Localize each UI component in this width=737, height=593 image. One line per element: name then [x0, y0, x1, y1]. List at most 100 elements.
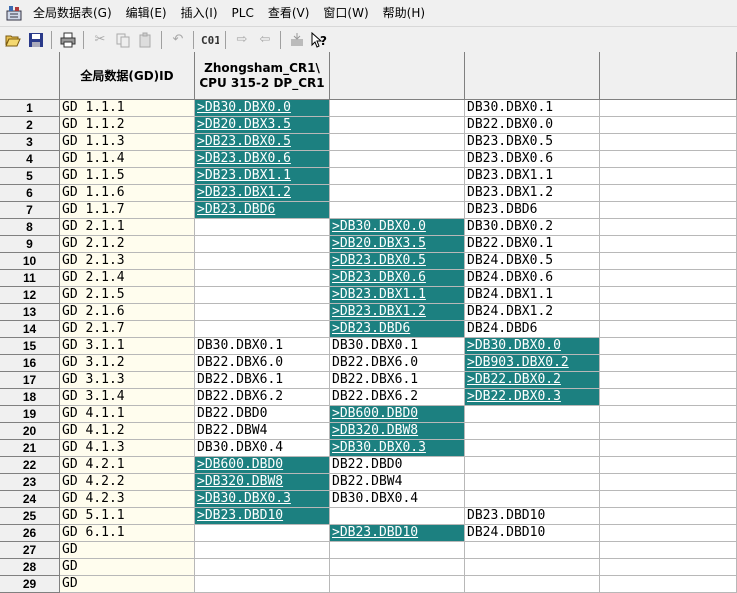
sender-address-cell[interactable]: >DB320.DBW8: [195, 474, 330, 491]
menu-file[interactable]: 全局数据表(G): [26, 0, 119, 26]
address-cell[interactable]: DB23.DBX0.5: [465, 134, 600, 151]
address-cell[interactable]: [600, 440, 737, 457]
address-cell[interactable]: [600, 372, 737, 389]
gd-id-cell[interactable]: GD 2.1.7: [60, 321, 195, 338]
sender-address-cell[interactable]: >DB23.DBD10: [330, 525, 465, 542]
row-header[interactable]: 8: [0, 219, 60, 236]
address-cell[interactable]: [600, 491, 737, 508]
address-cell[interactable]: DB23.DBD10: [465, 508, 600, 525]
address-cell[interactable]: [600, 134, 737, 151]
monitor-icon[interactable]: [287, 30, 307, 50]
corner-header[interactable]: [0, 52, 60, 100]
undo-icon[interactable]: ↶: [168, 30, 188, 50]
gd-id-cell[interactable]: GD: [60, 559, 195, 576]
address-cell[interactable]: [600, 576, 737, 593]
compile-icon[interactable]: C01: [200, 30, 220, 50]
menu-plc[interactable]: PLC: [225, 0, 261, 26]
gd-id-cell[interactable]: GD 2.1.3: [60, 253, 195, 270]
gd-id-cell[interactable]: GD 3.1.1: [60, 338, 195, 355]
gd-id-cell[interactable]: GD 2.1.1: [60, 219, 195, 236]
sender-address-cell[interactable]: >DB903.DBX0.2: [465, 355, 600, 372]
address-cell[interactable]: [600, 474, 737, 491]
row-header[interactable]: 26: [0, 525, 60, 542]
address-cell[interactable]: [465, 423, 600, 440]
address-cell[interactable]: [600, 559, 737, 576]
address-cell[interactable]: [330, 168, 465, 185]
address-cell[interactable]: DB22.DBX6.0: [195, 355, 330, 372]
column-header-cpu-3[interactable]: [465, 52, 600, 100]
menu-edit[interactable]: 编辑(E): [119, 0, 174, 26]
address-cell[interactable]: [600, 457, 737, 474]
address-cell[interactable]: [330, 100, 465, 117]
gd-id-cell[interactable]: GD 1.1.6: [60, 185, 195, 202]
row-header[interactable]: 20: [0, 423, 60, 440]
column-header-cpu-4[interactable]: [600, 52, 737, 100]
sender-address-cell[interactable]: >DB30.DBX0.3: [330, 440, 465, 457]
address-cell[interactable]: [600, 151, 737, 168]
address-cell[interactable]: DB23.DBX1.2: [465, 185, 600, 202]
address-cell[interactable]: [195, 236, 330, 253]
address-cell[interactable]: [600, 338, 737, 355]
gd-id-cell[interactable]: GD: [60, 542, 195, 559]
address-cell[interactable]: [195, 219, 330, 236]
address-cell[interactable]: DB24.DBD6: [465, 321, 600, 338]
column-header-gd-id[interactable]: 全局数据(GD)ID: [60, 52, 195, 100]
gd-id-cell[interactable]: GD 1.1.2: [60, 117, 195, 134]
address-cell[interactable]: [600, 406, 737, 423]
address-cell[interactable]: [330, 508, 465, 525]
sender-address-cell[interactable]: >DB23.DBX0.5: [330, 253, 465, 270]
sender-address-cell[interactable]: >DB23.DBX0.6: [330, 270, 465, 287]
address-cell[interactable]: [600, 287, 737, 304]
cut-icon[interactable]: ✂: [90, 30, 110, 50]
address-cell[interactable]: DB22.DBX0.1: [465, 236, 600, 253]
row-header[interactable]: 9: [0, 236, 60, 253]
sender-address-cell[interactable]: >DB23.DBD6: [195, 202, 330, 219]
row-header[interactable]: 28: [0, 559, 60, 576]
address-cell[interactable]: [330, 117, 465, 134]
sender-address-cell[interactable]: >DB23.DBD6: [330, 321, 465, 338]
address-cell[interactable]: [600, 508, 737, 525]
copy-icon[interactable]: [113, 30, 133, 50]
gd-id-cell[interactable]: GD 1.1.1: [60, 100, 195, 117]
row-header[interactable]: 27: [0, 542, 60, 559]
gd-id-cell[interactable]: GD 1.1.5: [60, 168, 195, 185]
address-cell[interactable]: DB24.DBX0.5: [465, 253, 600, 270]
row-header[interactable]: 22: [0, 457, 60, 474]
address-cell[interactable]: [330, 151, 465, 168]
address-cell[interactable]: DB22.DBX6.0: [330, 355, 465, 372]
row-header[interactable]: 14: [0, 321, 60, 338]
gd-id-cell[interactable]: GD 4.2.2: [60, 474, 195, 491]
sender-address-cell[interactable]: >DB20.DBX3.5: [195, 117, 330, 134]
address-cell[interactable]: DB22.DBW4: [195, 423, 330, 440]
address-cell[interactable]: [195, 270, 330, 287]
row-header[interactable]: 11: [0, 270, 60, 287]
address-cell[interactable]: DB22.DBX6.2: [330, 389, 465, 406]
address-cell[interactable]: [195, 576, 330, 593]
sender-address-cell[interactable]: >DB600.DBD0: [195, 457, 330, 474]
address-cell[interactable]: [195, 253, 330, 270]
address-cell[interactable]: [600, 423, 737, 440]
gd-id-cell[interactable]: GD 2.1.2: [60, 236, 195, 253]
address-cell[interactable]: DB22.DBD0: [195, 406, 330, 423]
address-cell[interactable]: [600, 202, 737, 219]
column-header-cpu-2[interactable]: [330, 52, 465, 100]
row-header[interactable]: 4: [0, 151, 60, 168]
gd-id-cell[interactable]: GD 5.1.1: [60, 508, 195, 525]
address-cell[interactable]: [600, 304, 737, 321]
row-header[interactable]: 10: [0, 253, 60, 270]
gd-id-cell[interactable]: GD 2.1.5: [60, 287, 195, 304]
row-header[interactable]: 23: [0, 474, 60, 491]
row-header[interactable]: 7: [0, 202, 60, 219]
address-cell[interactable]: DB30.DBX0.2: [465, 219, 600, 236]
address-cell[interactable]: [600, 389, 737, 406]
sender-address-cell[interactable]: >DB23.DBD10: [195, 508, 330, 525]
address-cell[interactable]: DB30.DBX0.1: [195, 338, 330, 355]
address-cell[interactable]: DB30.DBX0.4: [195, 440, 330, 457]
sender-address-cell[interactable]: >DB320.DBW8: [330, 423, 465, 440]
row-header[interactable]: 16: [0, 355, 60, 372]
sender-address-cell[interactable]: >DB30.DBX0.0: [465, 338, 600, 355]
gd-id-cell[interactable]: GD: [60, 576, 195, 593]
gd-id-cell[interactable]: GD 4.1.1: [60, 406, 195, 423]
download-icon[interactable]: ⇨: [232, 30, 252, 50]
address-cell[interactable]: [195, 542, 330, 559]
